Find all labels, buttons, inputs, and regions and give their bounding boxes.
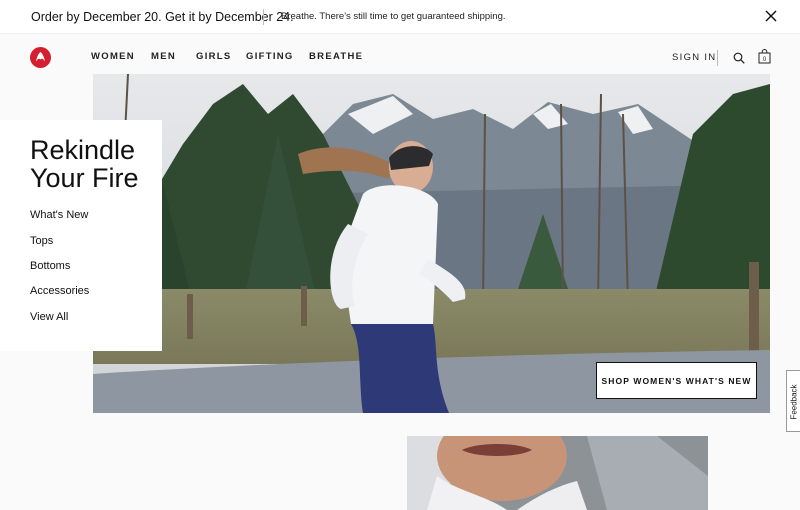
link-tops[interactable]: Tops — [30, 235, 53, 247]
search-icon[interactable] — [733, 52, 745, 64]
nav-girls[interactable]: GIRLS — [196, 51, 232, 62]
link-view-all[interactable]: View All — [30, 311, 68, 323]
feedback-tab[interactable]: Feedback — [786, 370, 800, 432]
lululemon-logo-icon[interactable] — [30, 47, 51, 68]
promo-sub-text: Breathe. There's still time to get guara… — [281, 11, 506, 22]
nav-gifting[interactable]: GIFTING — [246, 51, 294, 62]
hero-title: Rekindle Your Fire — [30, 135, 139, 193]
promo-main-text: Order by December 20. Get it by December… — [31, 10, 294, 24]
bag-count: 0 — [763, 57, 767, 63]
promo-banner: Order by December 20. Get it by December… — [0, 0, 800, 34]
nav-divider — [717, 50, 718, 66]
secondary-photo[interactable] — [407, 436, 708, 510]
shop-womens-whats-new-button[interactable]: SHOP WOMEN'S WHAT'S NEW — [596, 362, 757, 399]
link-bottoms[interactable]: Bottoms — [30, 260, 70, 272]
sign-in-link[interactable]: SIGN IN — [672, 52, 716, 63]
link-whats-new[interactable]: What's New — [30, 209, 88, 221]
feedback-label: Feedback — [789, 384, 799, 420]
shopping-bag-icon[interactable]: 0 — [758, 49, 771, 64]
link-accessories[interactable]: Accessories — [30, 285, 89, 297]
promo-divider — [263, 9, 264, 25]
close-icon[interactable] — [761, 6, 781, 26]
nav-men[interactable]: MEN — [151, 51, 176, 62]
main-nav: WOMEN MEN GIRLS GIFTING BREATHE SIGN IN … — [0, 34, 800, 78]
nav-breathe[interactable]: BREATHE — [309, 51, 363, 62]
nav-women[interactable]: WOMEN — [91, 51, 135, 62]
